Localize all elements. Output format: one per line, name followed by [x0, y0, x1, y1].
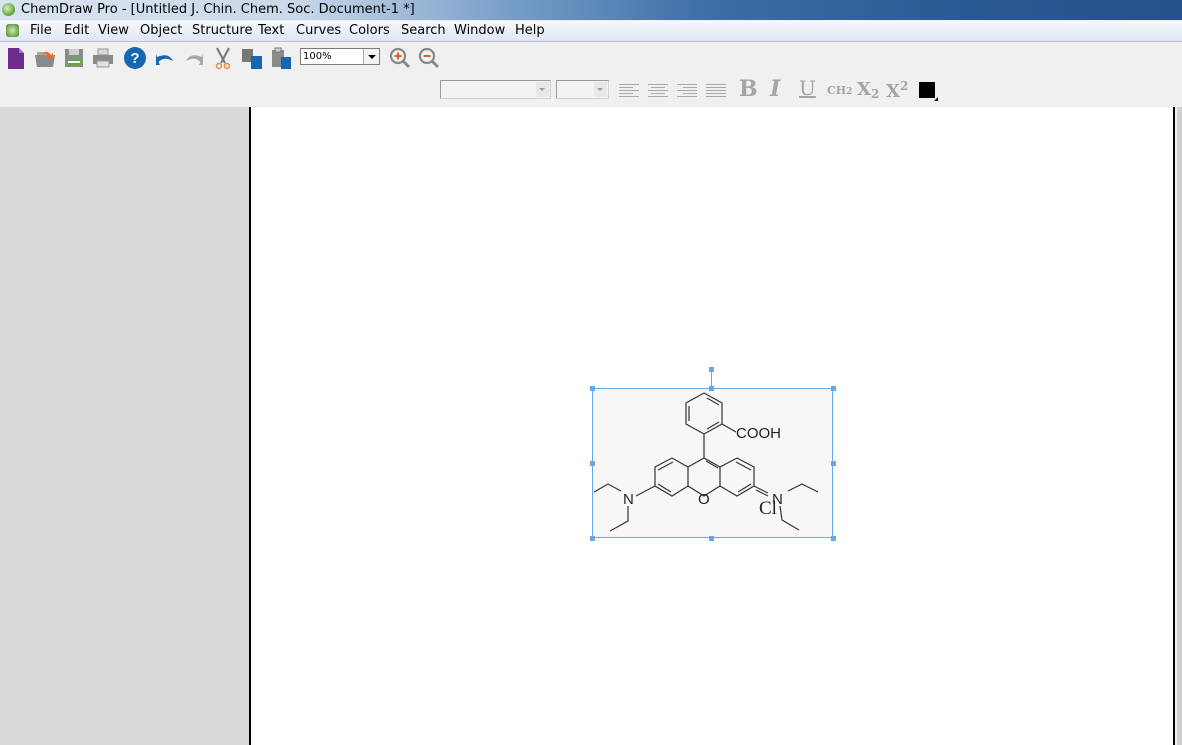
menu-colors[interactable]: Colors: [349, 23, 390, 38]
cut-button[interactable]: [211, 46, 235, 70]
menu-file[interactable]: File: [30, 23, 52, 38]
align-left-button[interactable]: [618, 82, 640, 98]
subscript-label: X: [857, 79, 871, 100]
text-color-button[interactable]: [919, 82, 938, 101]
menu-view[interactable]: View: [98, 23, 129, 38]
undo-button[interactable]: [153, 46, 177, 70]
chemdraw-app-icon[interactable]: [2, 3, 15, 16]
zoom-out-icon: [418, 47, 440, 69]
chloride-label: Cl: [759, 498, 777, 519]
rhodamine-b-structure[interactable]: COOH O N N Cl: [592, 388, 833, 538]
amine-n-label: N: [623, 491, 634, 508]
help-icon: ?: [124, 47, 146, 69]
zoom-level-select[interactable]: 100%: [300, 48, 380, 65]
molecule-labels: COOH O N N Cl: [623, 425, 783, 519]
formula-label: CH: [827, 84, 847, 97]
copy-icon: [242, 49, 262, 69]
paste-icon: [272, 47, 291, 69]
italic-button[interactable]: I: [770, 76, 780, 102]
align-right-button[interactable]: [676, 82, 698, 98]
superscript-button[interactable]: X2: [886, 79, 908, 102]
menu-help[interactable]: Help: [515, 23, 545, 38]
molecule-bonds: [593, 392, 819, 532]
resize-handle-right[interactable]: [831, 461, 836, 466]
align-right-icon: [677, 84, 697, 97]
open-folder-icon: [35, 51, 55, 67]
help-button[interactable]: ?: [123, 46, 147, 70]
open-button[interactable]: [33, 46, 57, 70]
new-document-button[interactable]: [4, 46, 28, 70]
save-icon: [65, 49, 83, 67]
justify-icon: [706, 84, 726, 97]
align-center-icon: [648, 84, 668, 97]
formula-button[interactable]: CH2: [827, 84, 852, 97]
resize-handle-left[interactable]: [590, 461, 595, 466]
new-file-icon: [8, 48, 24, 69]
resize-handle-top[interactable]: [709, 386, 714, 391]
zoom-level-value: 100%: [303, 51, 332, 62]
zoom-out-button[interactable]: [417, 46, 441, 70]
cooh-label: COOH: [736, 425, 781, 442]
formula-sub: 2: [846, 87, 853, 97]
print-icon: [93, 48, 113, 68]
resize-handle-bottom-left[interactable]: [590, 536, 595, 541]
left-panel: [0, 107, 249, 745]
window-title: ChemDraw Pro - [Untitled J. Chin. Chem. …: [21, 2, 415, 17]
subscript-button[interactable]: X2: [857, 79, 879, 101]
undo-icon: [156, 54, 173, 65]
align-center-button[interactable]: [647, 82, 669, 98]
menu-structure[interactable]: Structure: [192, 23, 252, 38]
svg-text:?: ?: [130, 50, 139, 67]
chevron-down-icon[interactable]: [363, 49, 379, 64]
chevron-down-icon[interactable]: [594, 82, 607, 97]
paste-button[interactable]: [269, 46, 293, 70]
menu-edit[interactable]: Edit: [64, 23, 89, 38]
font-size-select[interactable]: [556, 80, 609, 99]
redo-button[interactable]: [182, 46, 206, 70]
zoom-in-icon: [389, 47, 411, 69]
print-button[interactable]: [91, 46, 115, 70]
menu-bar: File Edit View Object Structure Text Cur…: [0, 21, 1182, 42]
chevron-down-icon[interactable]: [536, 82, 549, 97]
document-icon[interactable]: [6, 24, 19, 37]
align-left-icon: [619, 84, 639, 97]
menu-curves[interactable]: Curves: [296, 23, 341, 38]
zoom-in-button[interactable]: [388, 46, 412, 70]
resize-handle-top-left[interactable]: [590, 386, 595, 391]
menu-search[interactable]: Search: [401, 23, 446, 38]
save-button[interactable]: [62, 46, 86, 70]
superscript-label: X: [886, 81, 900, 102]
superscript-sup: 2: [899, 79, 909, 93]
title-bar: ChemDraw Pro - [Untitled J. Chin. Chem. …: [0, 0, 1182, 20]
underline-button[interactable]: U: [799, 76, 816, 100]
bold-button[interactable]: B: [739, 76, 758, 102]
rotation-handle[interactable]: [709, 367, 714, 372]
resize-handle-top-right[interactable]: [831, 386, 836, 391]
menu-object[interactable]: Object: [140, 23, 182, 38]
resize-handle-bottom[interactable]: [709, 536, 714, 541]
redo-icon: [186, 54, 203, 65]
font-family-select[interactable]: [440, 80, 551, 99]
menu-text[interactable]: Text: [258, 23, 284, 38]
oxygen-label: O: [698, 491, 710, 508]
copy-button[interactable]: [240, 46, 264, 70]
menu-window[interactable]: Window: [454, 23, 505, 38]
subscript-sub: 2: [870, 87, 880, 101]
justify-button[interactable]: [705, 82, 727, 98]
resize-handle-bottom-right[interactable]: [831, 536, 836, 541]
scissors-icon: [215, 47, 231, 70]
vertical-scrollbar[interactable]: [1177, 107, 1182, 745]
